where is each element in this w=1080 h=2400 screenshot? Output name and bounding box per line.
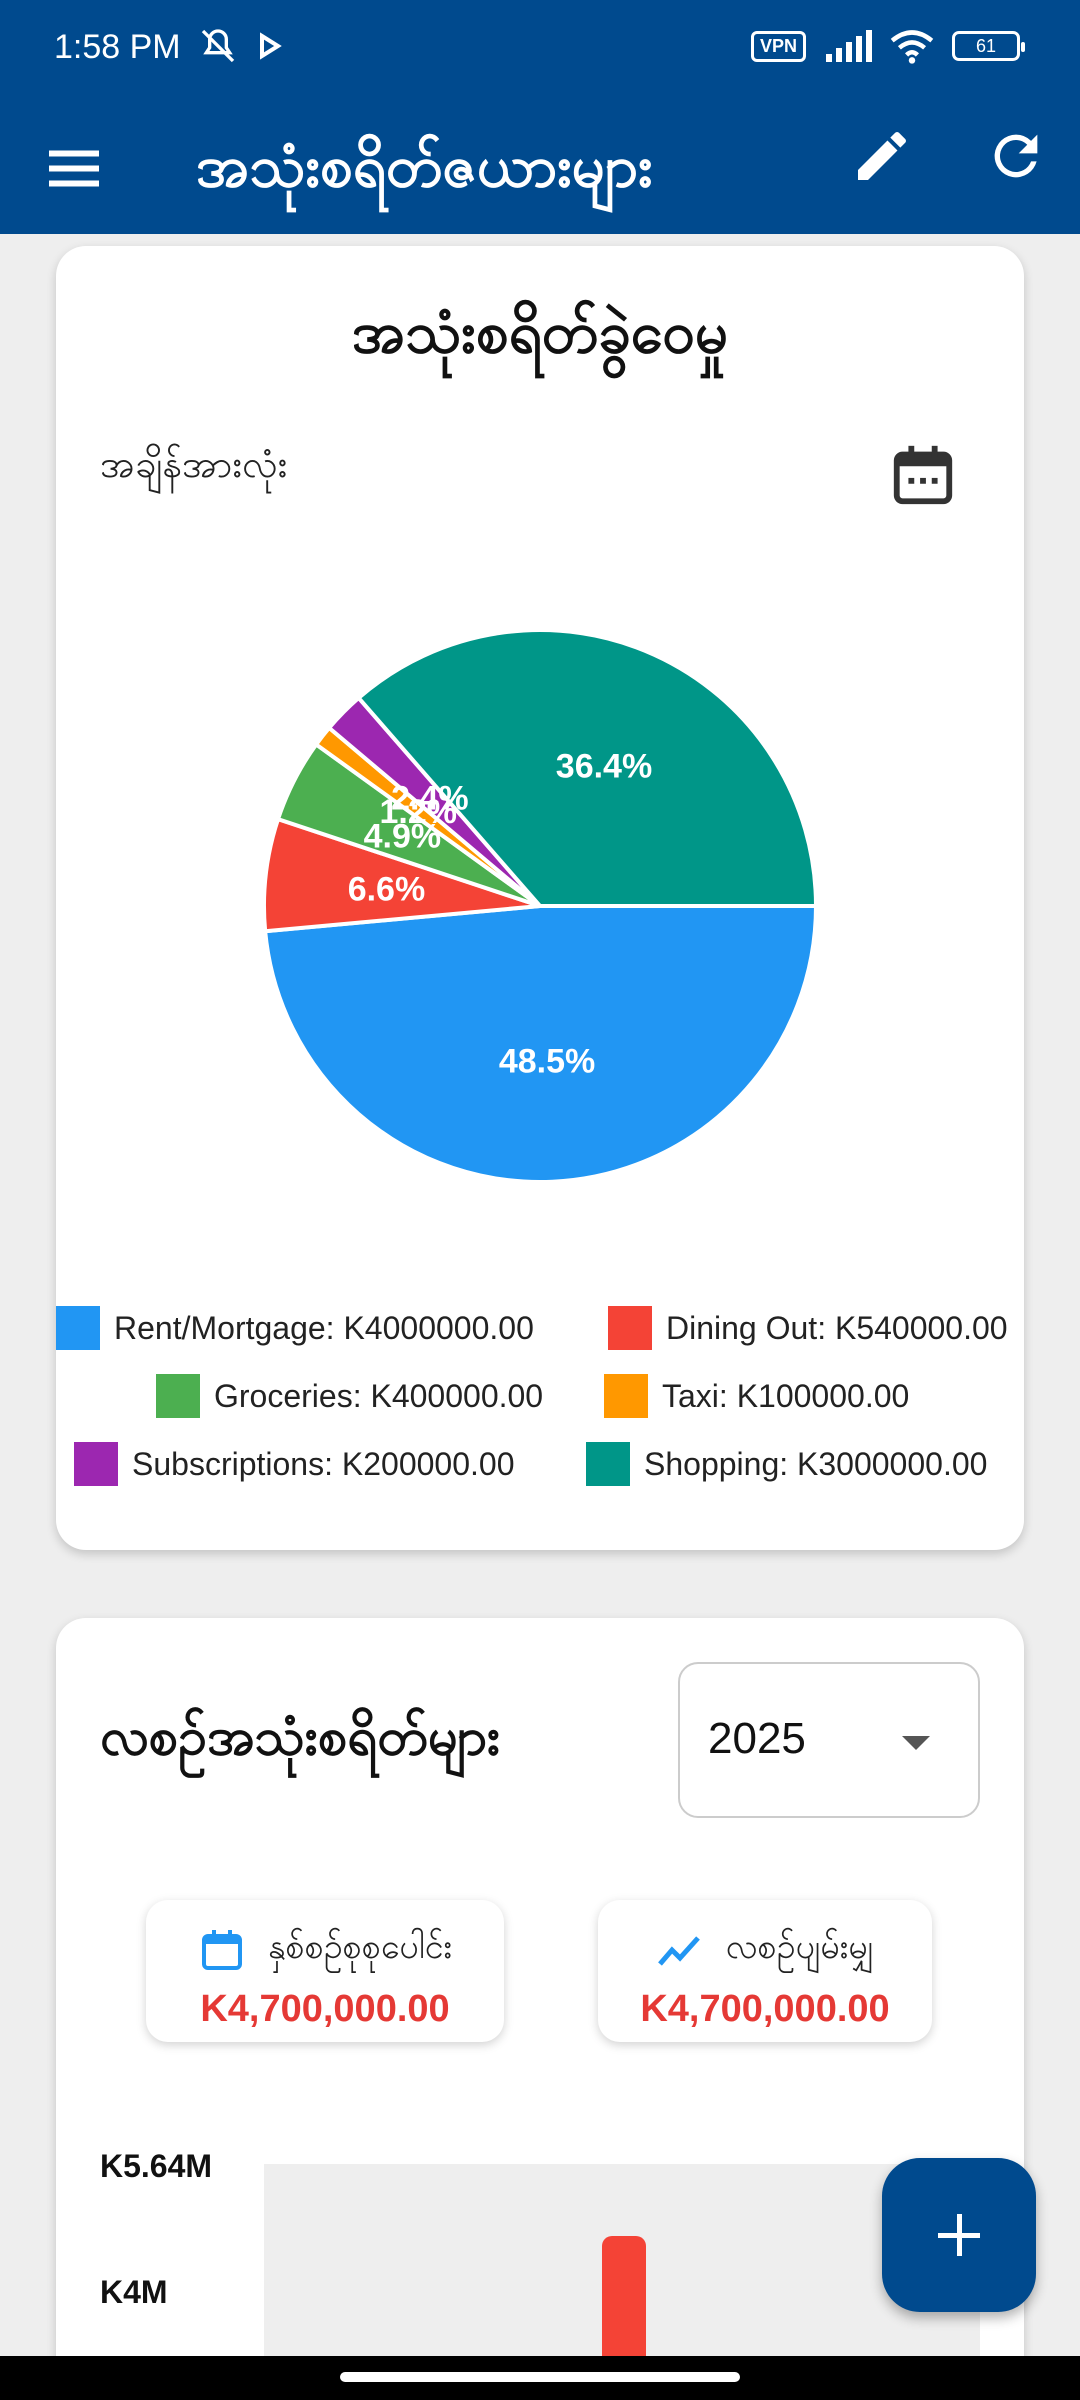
y-axis-tick-label: K4M — [100, 2274, 168, 2310]
signal-icon — [826, 30, 872, 62]
legend-swatch — [604, 1374, 648, 1418]
legend-item-groceries: Groceries: K400000.00 — [156, 1374, 543, 1418]
status-bar: 1:58 PM VPN 61 — [0, 0, 1080, 100]
vpn-badge: VPN — [750, 30, 806, 62]
legend-swatch — [608, 1306, 652, 1350]
navigation-bar — [0, 2356, 1080, 2400]
trend-icon — [657, 1935, 700, 1966]
year-dropdown-value: 2025 — [708, 1714, 806, 1763]
monthly-average-value: K4,700,000.00 — [640, 1988, 890, 2030]
yearly-total-value: K4,700,000.00 — [200, 1988, 450, 2030]
pie-slice-label: 36.4% — [556, 747, 652, 785]
app-bar: အသုံးစရိတ်ဇယားများ — [0, 100, 1080, 234]
calendar-icon[interactable] — [888, 440, 958, 510]
home-handle[interactable] — [340, 2372, 740, 2382]
legend-item-rent: Rent/Mortgage: K4000000.00 — [56, 1306, 534, 1350]
add-expense-button[interactable] — [882, 2158, 1036, 2312]
legend-item-dining: Dining Out: K540000.00 — [608, 1306, 1008, 1350]
legend-item-subscriptions: Subscriptions: K200000.00 — [74, 1442, 514, 1486]
expense-pie-chart: 48.5%6.6%4.9%1.2%2.4%36.4% — [262, 628, 819, 1184]
calendar-icon — [201, 1929, 242, 1970]
menu-icon[interactable] — [44, 138, 104, 198]
year-dropdown[interactable]: 2025 — [678, 1662, 980, 1818]
y-axis-tick-label: K5.64M — [100, 2148, 213, 2184]
expense-distribution-card: အသုံးစရိတ်ခွဲဝေမှု အချိန်အားလုံး 48.5% 6.… — [56, 246, 1024, 1550]
legend-item-shopping: Shopping: K3000000.00 — [586, 1442, 987, 1486]
pie-slice-label: 6.6% — [348, 870, 426, 908]
mute-icon — [201, 29, 235, 63]
legend-swatch — [56, 1306, 100, 1350]
pie-slice-label: 2.4% — [391, 780, 469, 818]
refresh-icon[interactable] — [984, 124, 1048, 188]
legend-swatch — [586, 1442, 630, 1486]
pie-slice-label: 48.5% — [499, 1042, 595, 1080]
play-icon — [260, 32, 282, 60]
time-filter-label: အချိန်အားလုံး — [100, 442, 288, 486]
legend-swatch — [74, 1442, 118, 1486]
monthly-average-card: လစဉ်ပျမ်းမျှ K4,700,000.00 — [598, 1900, 932, 2042]
status-time: 1:58 PM — [54, 28, 181, 66]
edit-icon[interactable] — [850, 124, 914, 188]
monthly-title: လစဉ်အသုံးစရိတ်များ — [100, 1707, 501, 1767]
legend-item-taxi: Taxi: K100000.00 — [604, 1374, 909, 1418]
legend-swatch — [156, 1374, 200, 1418]
battery-indicator: 61 — [952, 31, 1025, 61]
page-title: အသုံးစရိတ်ဇယားများ — [196, 132, 653, 200]
monthly-expenses-card: လစဉ်အသုံးစရိတ်များ 2025 နှစ်စဉ်စုစုပေါင်… — [56, 1618, 1024, 2400]
card-title: အသုံးစရိတ်ခွဲဝေမှု — [351, 298, 729, 366]
dropdown-arrow-icon — [902, 1736, 930, 1750]
wifi-icon — [890, 30, 934, 64]
yearly-total-card: နှစ်စဉ်စုစုပေါင်း K4,700,000.00 — [146, 1900, 504, 2042]
monthly-average-label: လစဉ်ပျမ်းမျှ — [725, 1927, 875, 1967]
yearly-total-label: နှစ်စဉ်စုစုပေါင်း — [267, 1927, 453, 1967]
